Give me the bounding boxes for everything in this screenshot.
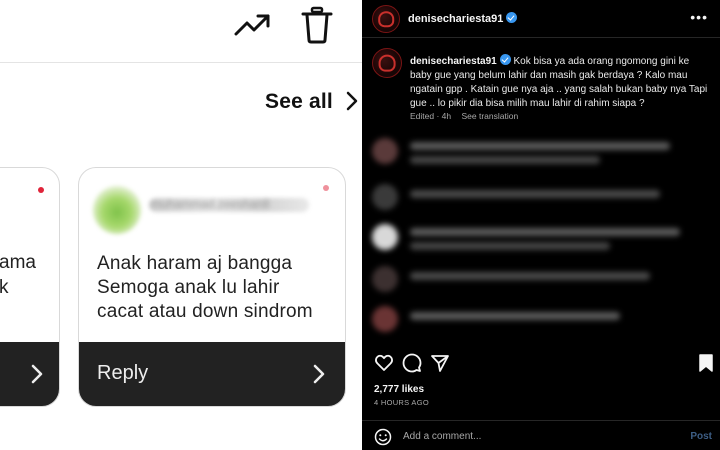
- bookmark-icon[interactable]: [696, 353, 716, 373]
- card-footer[interactable]: Reply: [79, 342, 345, 406]
- see-translation-link[interactable]: See translation: [462, 111, 519, 121]
- more-icon[interactable]: •••: [690, 10, 708, 24]
- unread-dot: [38, 187, 44, 193]
- caption-username[interactable]: denisechariesta91: [410, 56, 497, 67]
- share-icon[interactable]: [430, 353, 450, 373]
- username: muhammad.zeeshan8: [151, 197, 270, 211]
- chevron-right-icon[interactable]: [313, 364, 325, 384]
- unread-dot: [323, 185, 329, 191]
- heart-icon[interactable]: [374, 353, 394, 373]
- header-username[interactable]: denisechariesta91: [408, 12, 518, 25]
- comment-text: ama k: [0, 252, 36, 298]
- instagram-post-panel: denisechariesta91 ••• denisechariesta91 …: [362, 0, 720, 450]
- post-meta: Edited · 4h See translation: [410, 111, 526, 121]
- trending-up-icon[interactable]: [233, 10, 273, 40]
- post-comment-button[interactable]: Post: [690, 431, 712, 442]
- blurred-comment: [372, 184, 712, 214]
- top-toolbar: [0, 0, 362, 52]
- avatar: [93, 186, 141, 234]
- chevron-right-icon[interactable]: [31, 364, 43, 384]
- blurred-comment: [372, 138, 712, 168]
- card-footer[interactable]: [0, 342, 59, 406]
- comment-bar: Add a comment... Post: [362, 420, 720, 450]
- avatar[interactable]: [372, 5, 400, 33]
- trash-icon[interactable]: [300, 6, 334, 44]
- comment-card[interactable]: muhammad.zeeshan8 Anak haram aj bangga S…: [78, 167, 346, 407]
- post-actions: [362, 348, 720, 378]
- comment-text: Anak haram aj bangga Semoga anak lu lahi…: [97, 253, 313, 322]
- blurred-comment: [372, 266, 712, 296]
- verified-badge-icon: [506, 12, 518, 23]
- comment-input[interactable]: Add a comment...: [403, 431, 481, 442]
- chevron-right-icon[interactable]: [345, 90, 359, 112]
- post-time: 4 HOURS AGO: [374, 398, 429, 407]
- avatar[interactable]: [372, 48, 402, 78]
- verified-badge-icon: [499, 54, 511, 65]
- blurred-comment: [372, 224, 712, 254]
- dm-requests-panel: See all ama k muhammad.zeeshan8 Anak har…: [0, 0, 362, 450]
- comment-card-previous[interactable]: ama k: [0, 167, 60, 407]
- post-header: denisechariesta91 •••: [362, 0, 720, 38]
- like-count[interactable]: 2,777 likes: [374, 384, 424, 395]
- emoji-icon[interactable]: [374, 428, 392, 446]
- comment-icon[interactable]: [402, 353, 422, 373]
- edited-time: Edited · 4h: [410, 111, 452, 121]
- post-caption: denisechariesta91 Kok bisa ya ada orang …: [410, 54, 710, 111]
- see-all-link[interactable]: See all: [265, 90, 333, 114]
- username-text[interactable]: denisechariesta91: [408, 13, 503, 25]
- blurred-comment: [372, 306, 712, 336]
- divider: [0, 62, 362, 63]
- reply-button[interactable]: Reply: [97, 362, 148, 385]
